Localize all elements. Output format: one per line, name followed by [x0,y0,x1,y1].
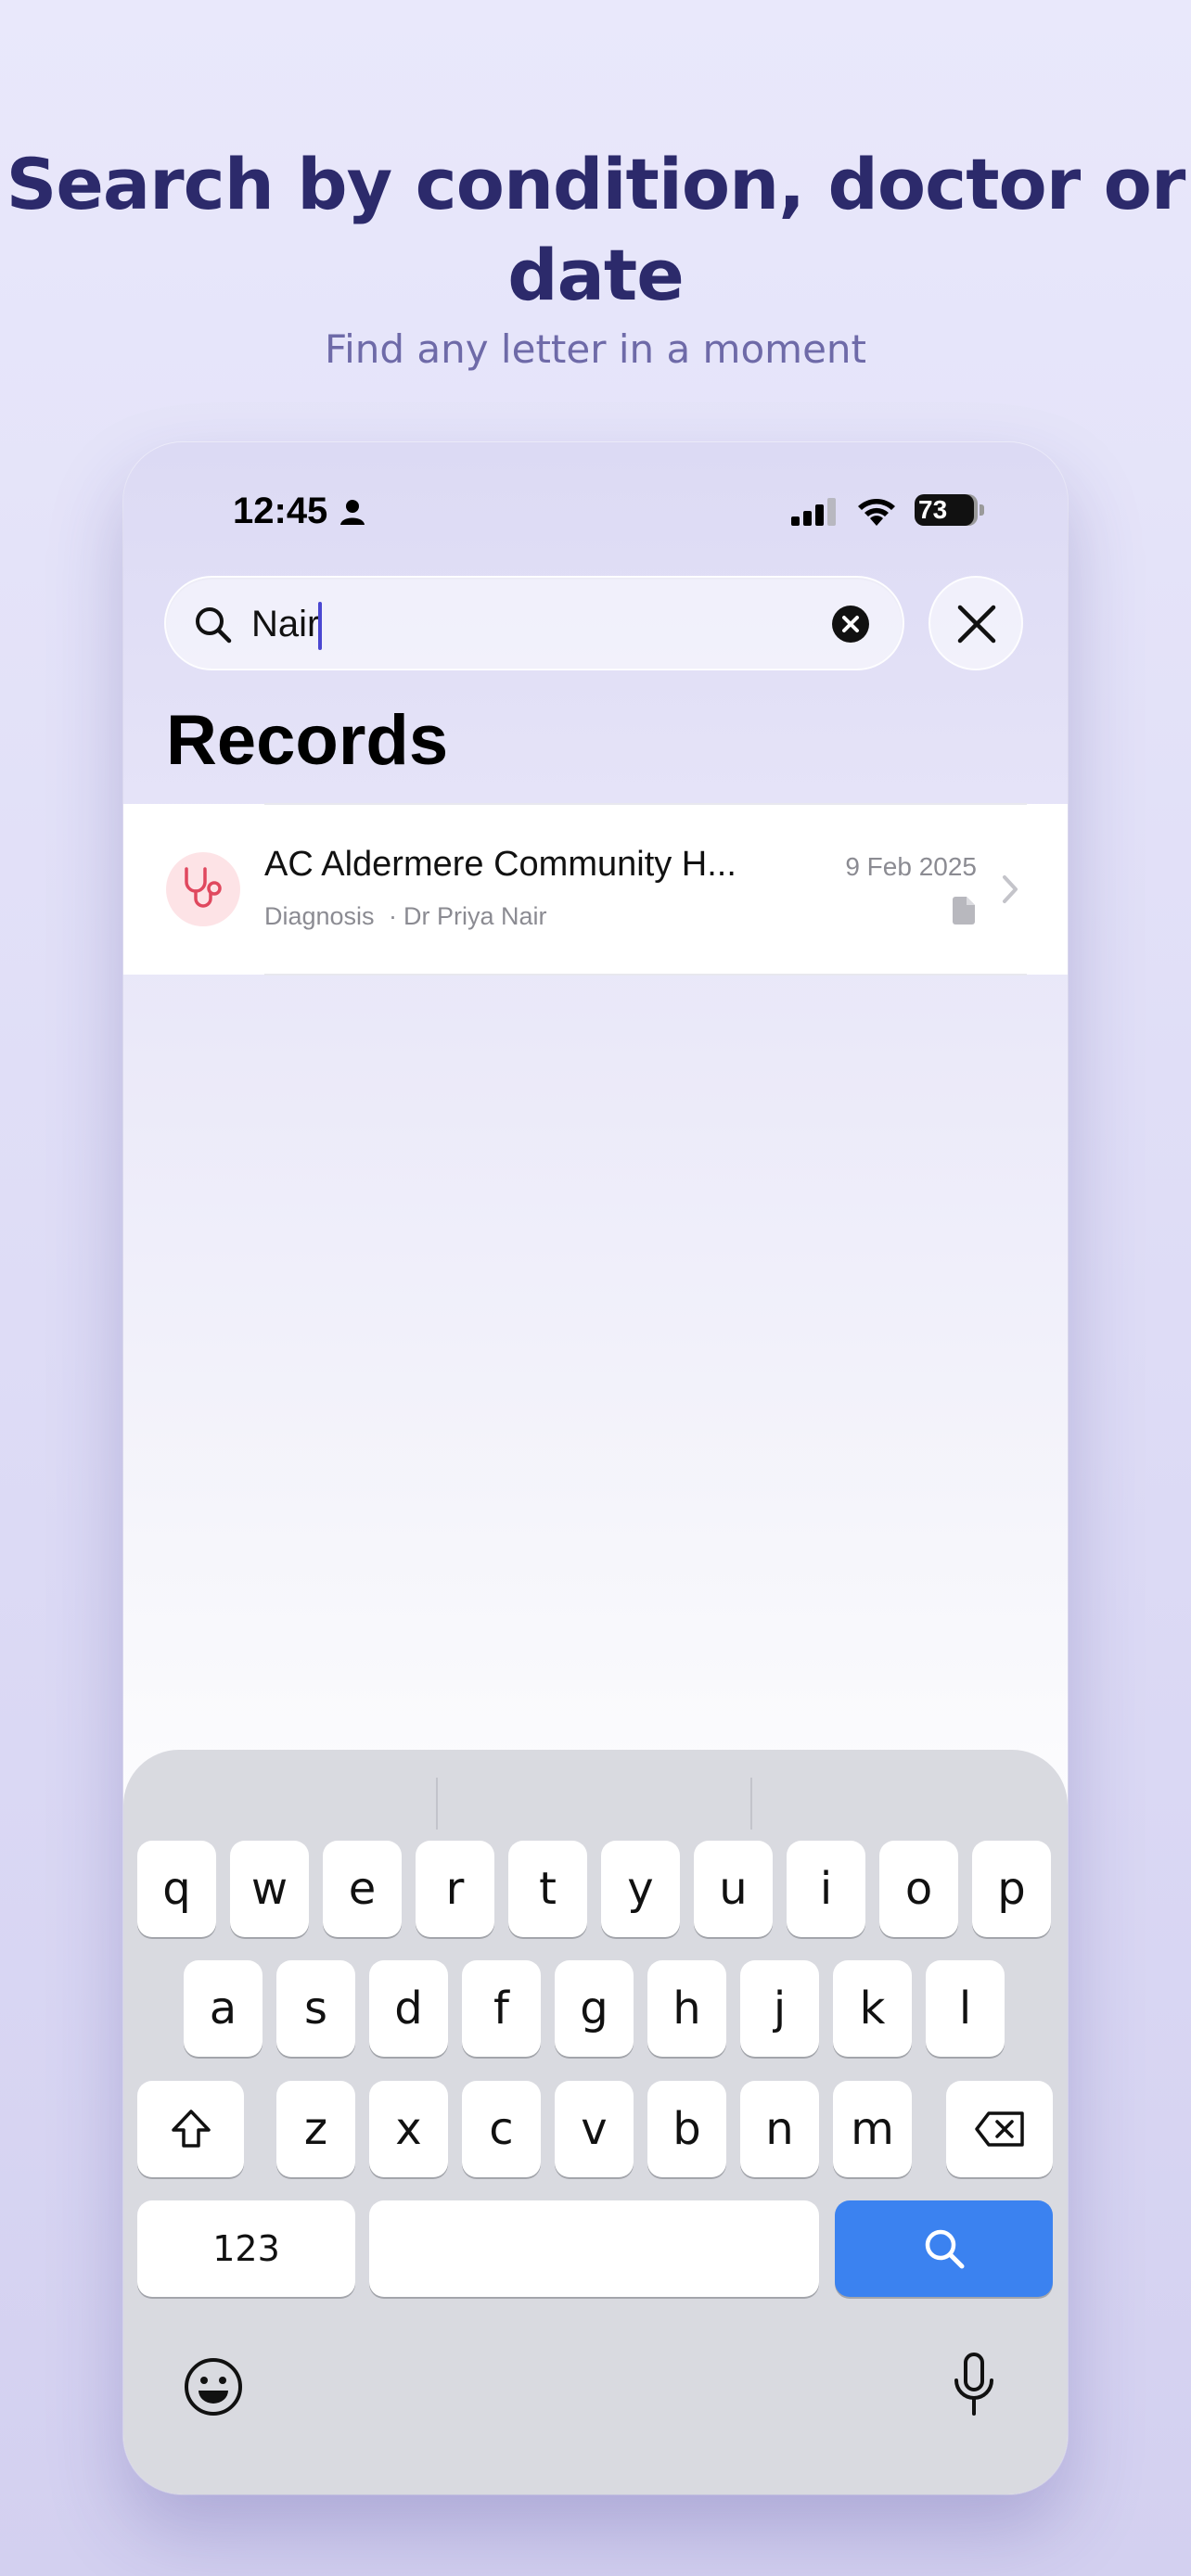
key-i[interactable]: i [787,1841,865,1937]
key-s[interactable]: s [276,1960,355,2057]
key-q[interactable]: q [137,1841,216,1937]
key-k[interactable]: k [833,1960,912,2057]
status-bar: 12:45 73 [123,442,1068,581]
records-list: AC Aldermere Community H... Diagnosis · … [123,804,1068,975]
record-avatar [166,852,240,926]
search-key[interactable] [835,2200,1053,2297]
key-e[interactable]: e [323,1841,402,1937]
key-j[interactable]: j [740,1960,819,2057]
numbers-key[interactable]: 123 [137,2200,355,2297]
backspace-icon [974,2111,1024,2147]
record-type: Diagnosis [264,902,375,930]
microphone-icon[interactable] [951,2353,997,2422]
divider [264,974,1027,976]
divider [264,803,1027,805]
key-t[interactable]: t [508,1841,587,1937]
key-l[interactable]: l [926,1960,1005,2057]
suggestion-divider [436,1778,438,1830]
section-title: Records [166,701,449,780]
key-f[interactable]: f [462,1960,541,2057]
text-cursor [318,602,322,650]
close-search-button[interactable] [928,576,1023,670]
suggestion-divider [750,1778,752,1830]
key-h[interactable]: h [647,1960,726,2057]
search-icon [194,606,233,649]
search-input[interactable] [251,596,808,652]
key-u[interactable]: u [694,1841,773,1937]
shift-key[interactable] [137,2081,244,2177]
key-o[interactable]: o [879,1841,958,1937]
key-a[interactable]: a [184,1960,263,2057]
person-icon [339,498,366,530]
key-m[interactable]: m [833,2081,912,2177]
list-item[interactable]: AC Aldermere Community H... Diagnosis · … [123,804,1068,975]
record-date: 9 Feb 2025 [845,852,977,881]
key-w[interactable]: w [230,1841,309,1937]
promo-headline: Search by condition, doctor or date [6,143,1186,316]
wifi-icon [856,494,897,530]
space-key[interactable] [369,2200,819,2297]
emoji-icon[interactable] [183,2356,244,2422]
chevron-right-icon [1001,874,1019,909]
key-c[interactable]: c [462,2081,541,2177]
key-n[interactable]: n [740,2081,819,2177]
phone-screen: 12:45 73 Nair Records AC Aldermere Commu… [123,442,1068,2494]
key-x[interactable]: x [369,2081,448,2177]
search-field[interactable] [164,576,904,670]
key-y[interactable]: y [601,1841,680,1937]
clear-search-icon[interactable] [832,606,869,647]
document-icon [953,897,975,929]
record-title: AC Aldermere Community H... [264,845,736,884]
promo-subline: Find any letter in a moment [324,326,867,372]
search-icon [925,2229,964,2269]
key-p[interactable]: p [972,1841,1051,1937]
key-r[interactable]: r [416,1841,494,1937]
key-g[interactable]: g [555,1960,634,2057]
key-z[interactable]: z [276,2081,355,2177]
key-v[interactable]: v [555,2081,634,2177]
status-time: 12:45 [233,491,328,531]
cellular-signal-icon [791,498,839,530]
key-d[interactable]: d [369,1960,448,2057]
separator-dot: · [389,902,397,930]
record-doctor: Dr Priya Nair [403,902,547,930]
keyboard: q w e r t y u i o p a s d f g h j k l z … [123,1750,1068,2494]
shift-icon [171,2110,211,2148]
backspace-key[interactable] [946,2081,1053,2177]
battery-level: 73 [915,494,974,526]
key-b[interactable]: b [647,2081,726,2177]
stethoscope-icon [185,867,222,908]
